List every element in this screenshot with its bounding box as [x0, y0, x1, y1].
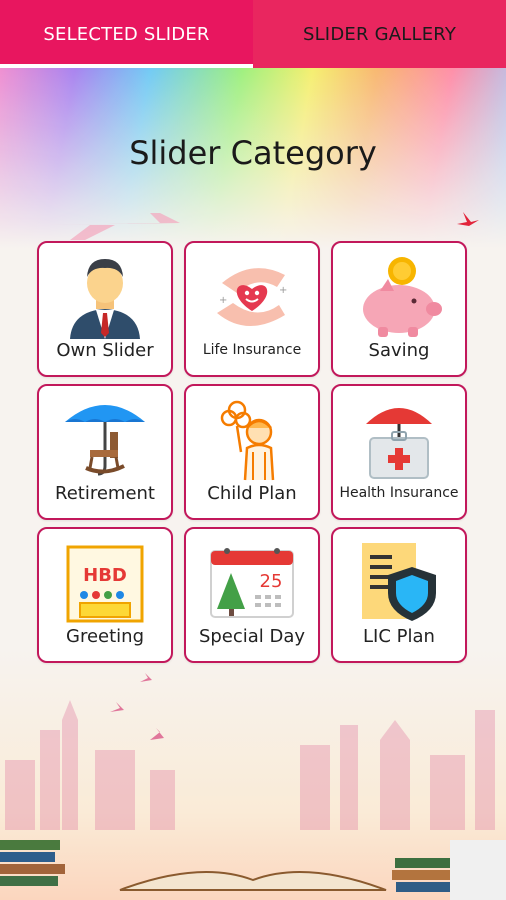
category-special-day[interactable]: 25 Special Day	[184, 527, 320, 663]
category-saving[interactable]: Saving	[331, 241, 467, 377]
bird-icon	[457, 212, 479, 226]
books-illustration	[0, 840, 506, 900]
category-lic-plan[interactable]: LIC Plan	[331, 527, 467, 663]
category-label: LIC Plan	[363, 626, 435, 647]
calendar-date-text: 25	[260, 571, 283, 592]
page-title: Slider Category	[129, 134, 377, 172]
umbrella-rocking-chair-icon	[65, 405, 145, 476]
category-label: Child Plan	[207, 483, 297, 504]
child-balloon-icon	[220, 400, 275, 481]
city-skyline-illustration	[5, 700, 495, 830]
hands-heart-icon: + +	[217, 268, 287, 327]
hbd-text: HBD	[83, 565, 127, 586]
document-shield-icon	[362, 543, 436, 621]
piggy-bank-icon	[363, 257, 442, 337]
calendar-tree-icon: 25	[210, 548, 294, 618]
category-label: Special Day	[198, 626, 306, 647]
category-greeting[interactable]: HBD Greeting	[37, 527, 173, 663]
category-label: Greeting	[66, 626, 144, 647]
category-label: Health Insurance	[339, 485, 459, 501]
flying-birds-icon	[110, 673, 164, 740]
category-own-slider[interactable]: Own Slider	[37, 241, 173, 377]
tab-slider-gallery-label: SLIDER GALLERY	[302, 23, 457, 45]
businessman-icon	[70, 259, 140, 339]
hbd-card-icon: HBD	[66, 545, 144, 623]
tab-bar: SELECTED SLIDER SLIDER GALLERY	[0, 0, 506, 68]
category-label: Own Slider	[56, 340, 154, 361]
category-health-insurance[interactable]: Health Insurance	[331, 384, 467, 520]
svg-text:+: +	[279, 285, 287, 296]
umbrella-medical-kit-icon	[366, 408, 432, 479]
tab-selected-slider[interactable]: SELECTED SLIDER	[0, 0, 253, 68]
category-grid: Own Slider + + Life Insurance Saving Ret…	[37, 241, 471, 663]
category-retirement[interactable]: Retirement	[37, 384, 173, 520]
category-label: Saving	[368, 340, 430, 361]
svg-text:+: +	[219, 295, 227, 306]
category-life-insurance[interactable]: + + Life Insurance	[184, 241, 320, 377]
category-label: Life Insurance	[202, 342, 302, 358]
category-label: Retirement	[55, 483, 155, 504]
category-child-plan[interactable]: Child Plan	[184, 384, 320, 520]
airplane-icon	[50, 213, 180, 240]
tab-selected-slider-label: SELECTED SLIDER	[43, 23, 210, 45]
tab-slider-gallery[interactable]: SLIDER GALLERY	[253, 0, 506, 68]
